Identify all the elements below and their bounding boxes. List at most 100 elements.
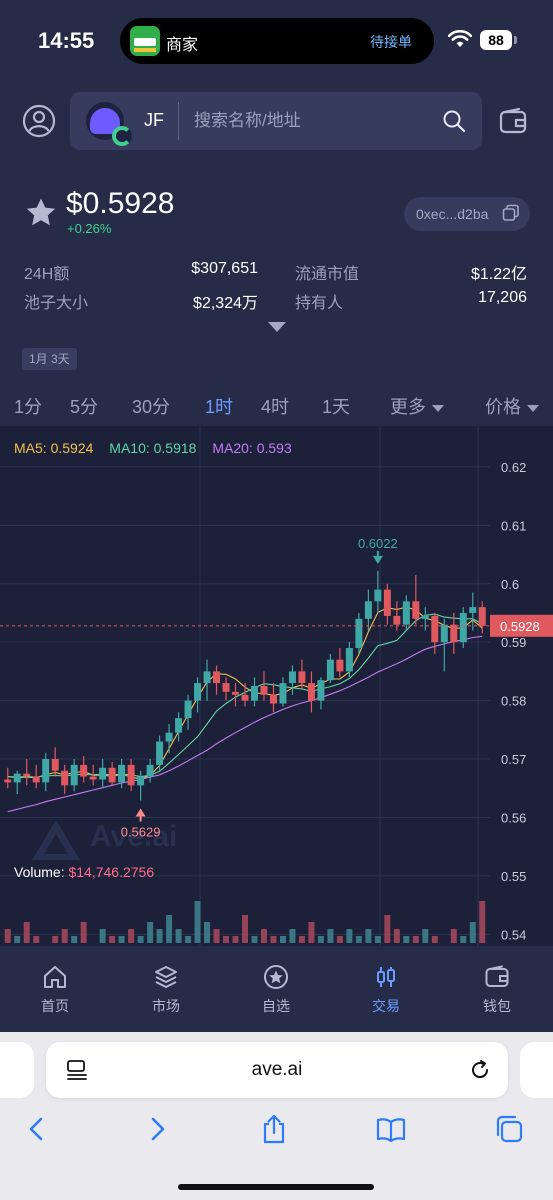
more-dropdown[interactable]: 更多 (390, 393, 444, 419)
ma-legend: MA5: 0.5924 MA10: 0.5918 MA20: 0.593 (14, 440, 304, 456)
candle-body (108, 767, 116, 783)
more-label: 更多 (390, 397, 426, 417)
bookmarks-icon[interactable] (376, 1114, 406, 1144)
volume-bar (128, 929, 135, 943)
candle-body (440, 624, 448, 643)
candlestick-chart[interactable]: Ave.ai 0.62 0.61 0.6 0.59 0.58 0.57 0.56 0.55 0.… (0, 426, 553, 946)
tab-30m[interactable]: 30分 (132, 393, 170, 419)
island-title: 商家 (166, 37, 199, 54)
candle-body (146, 764, 154, 777)
share-icon[interactable] (259, 1114, 289, 1144)
volume-bar (223, 936, 230, 943)
candle-body (165, 732, 173, 742)
nav-watchlist[interactable]: 自选 (236, 964, 316, 1016)
volume-bar (185, 936, 192, 943)
candle-body (32, 776, 40, 783)
volume-bar (270, 936, 277, 943)
volume-bar (450, 929, 457, 943)
volume-bar (166, 915, 173, 943)
tab-1d[interactable]: 1天 (322, 393, 350, 419)
volume-bar (355, 936, 362, 943)
candle-body (307, 683, 315, 701)
contract-address-pill[interactable]: 0xec...d2ba (404, 197, 530, 231)
candle-body (431, 615, 439, 643)
stat-label-holders: 持有人 (295, 295, 344, 312)
copy-icon[interactable] (502, 204, 520, 222)
current-price-tag-label: 0.5928 (500, 619, 540, 634)
search-divider (178, 102, 179, 140)
volume-bar (147, 922, 154, 943)
volume-bar (118, 936, 125, 943)
volume-bar (80, 922, 87, 943)
search-icon[interactable] (442, 109, 466, 133)
merchant-app-icon (130, 26, 160, 56)
tab-4h[interactable]: 4时 (261, 393, 289, 419)
nav-home[interactable]: 首页 (15, 964, 95, 1016)
y-axis-tick-label: 0.59 (501, 635, 526, 650)
candle-body (364, 601, 372, 619)
tab-1h[interactable]: 1时 (205, 393, 233, 419)
star-circle-icon (264, 965, 288, 989)
stat-label-market-cap: 流通市值 (295, 266, 360, 283)
stat-label-pool-size: 池子大小 (24, 295, 89, 312)
url-bar[interactable]: ave.ai (46, 1042, 508, 1098)
candle-body (80, 764, 88, 777)
volume-label: Volume: $14,746.2756 (14, 864, 154, 880)
expand-triangle-icon[interactable] (268, 322, 286, 332)
reload-icon[interactable] (468, 1058, 492, 1082)
candle-body (232, 691, 240, 695)
volume-bar (289, 929, 296, 943)
wallet-icon (485, 965, 509, 987)
price-dropdown-label: 价格 (485, 397, 521, 417)
tab-5m[interactable]: 5分 (70, 393, 98, 419)
stat-value-pool-size: $2,324万 (193, 295, 258, 312)
tabs-icon[interactable] (494, 1114, 524, 1144)
price-chevron-icon (527, 404, 539, 412)
volume-bar (374, 936, 381, 943)
url-text[interactable]: ave.ai (46, 1059, 508, 1081)
user-icon[interactable] (22, 104, 56, 138)
volume-bar (393, 929, 400, 943)
favorite-star-icon[interactable] (24, 196, 58, 230)
wallet-icon[interactable] (498, 106, 528, 136)
dynamic-island[interactable]: 商家 待接单 (120, 18, 434, 64)
y-axis-tick-label: 0.56 (501, 810, 526, 825)
candle-body (279, 683, 287, 704)
token-ticker[interactable]: JF (144, 110, 164, 131)
wifi-icon (448, 30, 472, 47)
candle-body (336, 659, 344, 672)
nav-market[interactable]: 市场 (126, 964, 206, 1016)
candle-body (450, 624, 458, 643)
volume-bar (327, 929, 334, 943)
search-bar[interactable]: JF (70, 92, 482, 150)
more-chevron-icon (432, 404, 444, 412)
candle-body (213, 671, 221, 684)
volume-bar (242, 915, 248, 943)
token-avatar[interactable] (86, 102, 132, 146)
nav-wallet[interactable]: 钱包 (457, 964, 537, 1016)
next-tab-preview[interactable] (520, 1042, 553, 1098)
previous-tab-preview[interactable] (0, 1042, 34, 1098)
home-icon (44, 966, 66, 988)
candle-body (175, 718, 183, 733)
nav-label-watchlist: 自选 (262, 998, 290, 1014)
layers-icon (155, 966, 177, 989)
tab-1m[interactable]: 1分 (14, 393, 42, 419)
candle-body (250, 686, 258, 701)
forward-icon[interactable] (142, 1114, 172, 1144)
low-marker-label: 0.5629 (121, 825, 161, 840)
candle-body (355, 618, 363, 649)
price-dropdown[interactable]: 价格 (485, 393, 539, 419)
back-icon[interactable] (22, 1114, 52, 1144)
nav-trade[interactable]: 交易 (346, 964, 426, 1016)
volume-bar (317, 936, 324, 943)
candle-body (374, 589, 382, 602)
volume-bar (99, 929, 106, 943)
y-axis-tick-label: 0.61 (501, 518, 526, 533)
stat-value-volume: $307,651 (191, 260, 258, 277)
island-pending-label: 待接单 (370, 34, 412, 50)
candle-body (269, 694, 277, 704)
candle-body (317, 680, 325, 701)
search-input[interactable] (194, 106, 424, 136)
ma10-value: MA10: 0.5918 (109, 440, 197, 456)
